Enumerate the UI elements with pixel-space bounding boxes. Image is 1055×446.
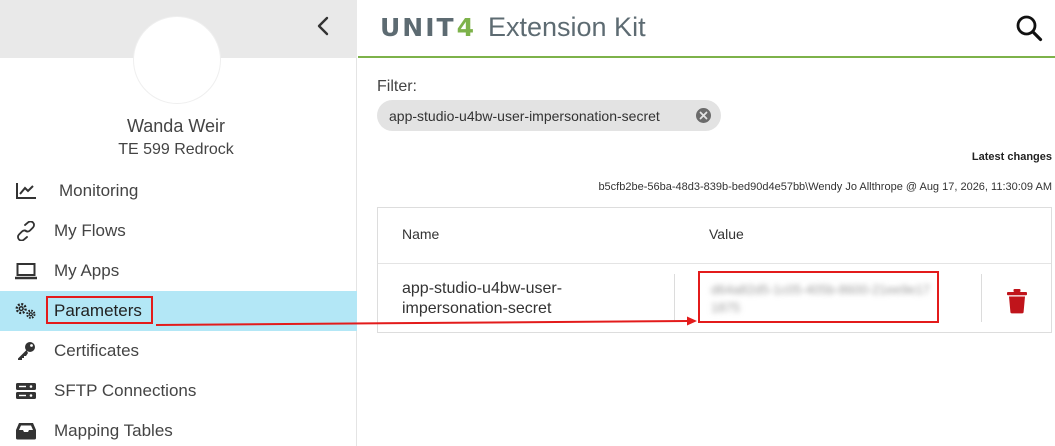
latest-changes-title: Latest changes bbox=[971, 151, 1052, 163]
sidebar-nav: Monitoring My Flows My Apps Parameters C… bbox=[0, 171, 357, 446]
clear-filter-button[interactable] bbox=[696, 108, 711, 123]
parameter-name-cell: app-studio-u4bw-user-impersonation-secre… bbox=[402, 280, 563, 317]
sidebar-item-label: Monitoring bbox=[59, 181, 139, 200]
filter-label: Filter: bbox=[377, 78, 417, 95]
sidebar-item-my-flows[interactable]: My Flows bbox=[0, 211, 357, 251]
tray-icon bbox=[14, 420, 38, 442]
trash-icon bbox=[1007, 289, 1027, 314]
gears-icon bbox=[14, 300, 38, 322]
sidebar-item-label: My Flows bbox=[54, 221, 126, 240]
sidebar-item-certificates[interactable]: Certificates bbox=[0, 331, 357, 371]
user-org: TE 599 Redrock bbox=[118, 141, 234, 158]
sidebar-item-sftp-connections[interactable]: SFTP Connections bbox=[0, 371, 357, 411]
app-header: UNIT 4 Extension Kit bbox=[358, 0, 1055, 58]
close-icon bbox=[699, 111, 708, 120]
filter-chip-label: app-studio-u4bw-user-impersonation-secre… bbox=[389, 107, 660, 124]
sidebar-item-label: Certificates bbox=[54, 341, 140, 360]
parameters-highlight-box bbox=[46, 296, 153, 324]
column-divider bbox=[981, 274, 982, 322]
delete-parameter-button[interactable] bbox=[1005, 288, 1029, 314]
avatar bbox=[133, 16, 221, 104]
sidebar-item-monitoring[interactable]: Monitoring bbox=[0, 171, 357, 211]
parameters-table: Name Value app-studio-u4bw-user-imperson… bbox=[377, 207, 1052, 333]
parameter-value-cell[interactable]: d64a82d5-1c05-405b-8600-21ee9e171875 bbox=[698, 271, 939, 323]
sidebar-item-label: My Apps bbox=[54, 261, 120, 280]
sidebar-item-my-apps[interactable]: My Apps bbox=[0, 251, 357, 291]
search-icon bbox=[1016, 15, 1043, 42]
user-name: Wanda Weir bbox=[126, 116, 226, 136]
latest-changes-info: b5cfb2be-56ba-48d3-839b-bed90d4e57bb\Wen… bbox=[598, 181, 1052, 193]
search-button[interactable] bbox=[1015, 14, 1045, 44]
key-icon bbox=[14, 340, 38, 362]
collapse-sidebar-button[interactable] bbox=[310, 11, 336, 41]
app-title: Extension Kit bbox=[487, 11, 646, 42]
sidebar-item-parameters[interactable]: Parameters bbox=[0, 291, 357, 331]
sidebar-item-label: SFTP Connections bbox=[54, 381, 197, 400]
laptop-icon bbox=[14, 260, 38, 282]
sidebar: Wanda Weir TE 599 Redrock Monitoring My … bbox=[0, 0, 357, 446]
filter-chip[interactable]: app-studio-u4bw-user-impersonation-secre… bbox=[377, 100, 721, 131]
logo-brand-number: 4 bbox=[456, 12, 474, 42]
parameter-value-masked: d64a82d5-1c05-405b-8600-21ee9e171875 bbox=[711, 282, 931, 315]
app-logo: UNIT 4 Extension Kit bbox=[380, 10, 646, 44]
column-header-name: Name bbox=[402, 226, 440, 242]
sidebar-item-mapping-tables[interactable]: Mapping Tables bbox=[0, 411, 357, 446]
link-icon bbox=[14, 220, 38, 242]
header-divider bbox=[378, 263, 1051, 264]
chart-line-icon bbox=[14, 180, 38, 202]
sidebar-item-label: Mapping Tables bbox=[54, 421, 173, 440]
logo-brand: UNIT bbox=[380, 12, 456, 42]
column-header-value: Value bbox=[709, 226, 744, 242]
server-icon bbox=[14, 380, 38, 402]
chevron-left-icon bbox=[317, 16, 329, 36]
column-divider bbox=[674, 274, 675, 322]
